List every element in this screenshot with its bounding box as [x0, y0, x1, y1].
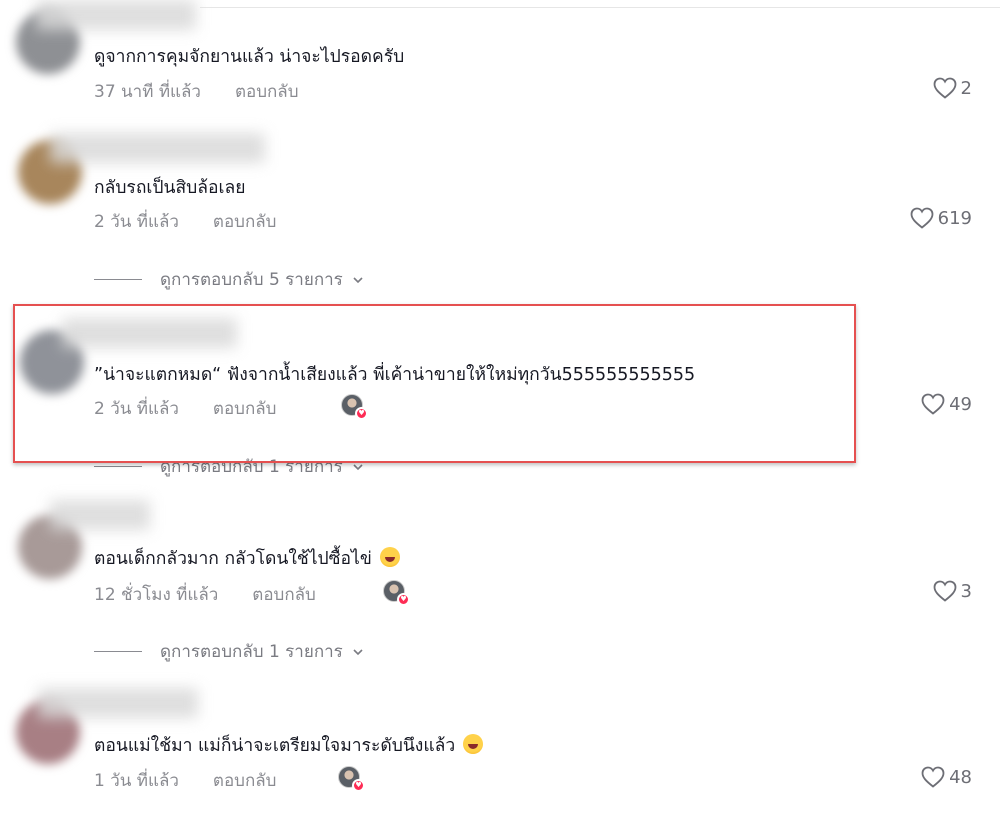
highlight-box: [13, 304, 856, 463]
creator-liked-badge: ♥: [338, 766, 365, 792]
reply-button[interactable]: ตอบกลับ: [252, 585, 316, 605]
chevron-down-icon: [353, 648, 363, 655]
comment-time: 37 นาที ที่แล้ว: [94, 82, 201, 102]
heart-outline-icon: [921, 766, 945, 788]
like-count: 619: [937, 207, 972, 229]
comment-text: ตอนเด็กกลัวมาก กลัวโดนใช้ไปซื้อไข่: [94, 547, 400, 571]
view-replies-button[interactable]: ดูการตอบกลับ 5 รายการ: [94, 266, 363, 293]
heart-outline-icon: [933, 77, 956, 99]
username-blurred[interactable]: [50, 500, 150, 530]
like-button[interactable]: 3: [933, 580, 972, 602]
divider: [94, 466, 142, 467]
view-replies-label: ดูการตอบกลับ 5 รายการ: [160, 270, 343, 290]
heart-outline-icon: [933, 580, 956, 602]
like-count: 49: [949, 393, 972, 415]
comment-time: 2 วัน ที่แล้ว: [94, 212, 179, 232]
like-button[interactable]: 2: [933, 77, 972, 99]
comment-text-body: ตอนเด็กกลัวมาก กลัวโดนใช้ไปซื้อไข่: [94, 549, 372, 569]
chevron-down-icon: [353, 463, 363, 470]
reply-button[interactable]: ตอบกลับ: [213, 771, 277, 791]
laughing-emoji-icon: [379, 547, 400, 567]
like-button[interactable]: 49: [921, 393, 972, 415]
view-replies-label: ดูการตอบกลับ 1 รายการ: [160, 642, 343, 662]
username-blurred[interactable]: [38, 688, 198, 718]
username-blurred[interactable]: [50, 133, 265, 163]
comment-text: ตอนแม่ใช้มา แม่ก็น่าจะเตรียมใจมาระดับนึง…: [94, 734, 484, 758]
comment-meta: 1 วัน ที่แล้ว ตอบกลับ: [94, 767, 276, 794]
heart-badge-icon: ♥: [397, 593, 410, 606]
heart-outline-icon: [910, 207, 934, 229]
comment-text-body: ตอนแม่ใช้มา แม่ก็น่าจะเตรียมใจมาระดับนึง…: [94, 736, 456, 756]
comment-text: ดูจากการคุมจักยานแล้ว น่าจะไปรอดครับ: [94, 47, 405, 67]
creator-liked-badge: ♥: [383, 580, 410, 606]
chevron-down-icon: [353, 276, 363, 283]
comment-text: กลับรถเป็นสิบล้อเลย: [94, 178, 246, 198]
comment-meta: 2 วัน ที่แล้ว ตอบกลับ: [94, 208, 276, 235]
comment-time: 1 วัน ที่แล้ว: [94, 771, 179, 791]
reply-button[interactable]: ตอบกลับ: [213, 212, 277, 232]
divider: [94, 279, 142, 280]
heart-badge-icon: ♥: [352, 779, 365, 792]
like-count: 3: [960, 580, 972, 602]
comment-time: 12 ชั่วโมง ที่แล้ว: [94, 585, 219, 605]
comment-meta: 12 ชั่วโมง ที่แล้ว ตอบกลับ: [94, 581, 316, 608]
like-count: 2: [960, 77, 972, 99]
heart-outline-icon: [921, 393, 945, 415]
view-replies-button[interactable]: ดูการตอบกลับ 1 รายการ: [94, 638, 363, 665]
like-button[interactable]: 48: [921, 766, 972, 788]
like-button[interactable]: 619: [910, 207, 972, 229]
reply-button[interactable]: ตอบกลับ: [235, 82, 299, 102]
like-count: 48: [949, 766, 972, 788]
divider: [200, 7, 1000, 8]
comment-meta: 37 นาที ที่แล้ว ตอบกลับ: [94, 78, 299, 105]
laughing-emoji-icon: [463, 734, 484, 754]
username-blurred[interactable]: [36, 0, 196, 30]
divider: [94, 651, 142, 652]
